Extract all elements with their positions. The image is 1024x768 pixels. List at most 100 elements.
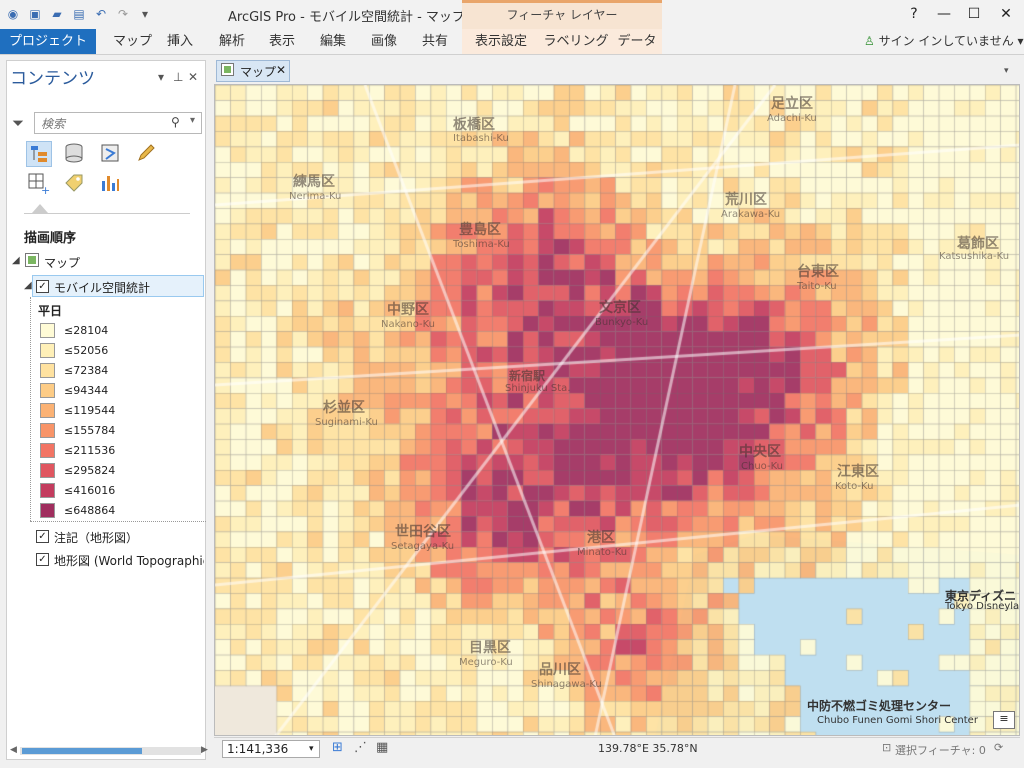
new-project-icon[interactable]: ▣ bbox=[26, 5, 44, 23]
list-by-labeling-icon[interactable] bbox=[62, 171, 88, 197]
map-label: 台東区 bbox=[797, 264, 839, 280]
tree-guide bbox=[30, 297, 32, 521]
quick-access-toolbar: ◉ ▣ ▰ ▤ ↶ ↷ ▾ bbox=[4, 5, 154, 23]
minimize-button[interactable]: — bbox=[932, 3, 956, 25]
map-label-romaji: Setagaya-Ku bbox=[391, 541, 455, 552]
open-folder-icon[interactable]: ▰ bbox=[48, 5, 66, 23]
pane-scrollbar[interactable] bbox=[20, 747, 201, 755]
expand-layer-icon[interactable]: ◢ bbox=[24, 280, 32, 291]
signin-status[interactable]: ♙ サイン インしていません ▾ ☺ bbox=[864, 29, 1024, 54]
active-tool-indicator bbox=[32, 204, 48, 213]
layer-label[interactable]: モバイル空間統計 bbox=[54, 279, 150, 296]
redo-icon[interactable]: ↷ bbox=[114, 5, 132, 23]
map-label-romaji: Arakawa-Ku bbox=[721, 209, 781, 220]
basemap-layer-checkbox[interactable]: ✓ bbox=[36, 553, 49, 566]
scrollbar-thumb[interactable] bbox=[22, 748, 142, 754]
add-layer-icon[interactable]: ⊞ bbox=[332, 740, 343, 755]
layer-visibility-checkbox[interactable]: ✓ bbox=[36, 280, 49, 293]
filter-icon[interactable]: ⏷ bbox=[12, 114, 24, 132]
project-tab[interactable]: プロジェクト bbox=[0, 29, 96, 54]
legend-swatch bbox=[40, 443, 55, 458]
legend-swatch bbox=[40, 463, 55, 478]
tab-map[interactable]: マップ bbox=[113, 29, 152, 54]
search-input[interactable] bbox=[39, 114, 171, 134]
legend-label: ≤94344 bbox=[64, 384, 109, 397]
close-button[interactable]: ✕ bbox=[994, 3, 1018, 25]
map-label: 品川区 bbox=[539, 662, 581, 678]
map-label: 荒川区 bbox=[725, 192, 767, 208]
basemap-layer-label[interactable]: 地形図 (World Topographic M bbox=[54, 552, 204, 569]
map-label-romaji: Toshima-Ku bbox=[453, 239, 510, 250]
list-by-selection-icon[interactable] bbox=[98, 141, 124, 167]
map-view-icon bbox=[221, 63, 234, 76]
chevron-down-icon: ▾ bbox=[1017, 34, 1024, 48]
tab-view[interactable]: 表示 bbox=[269, 29, 295, 54]
list-by-data-source-icon[interactable] bbox=[62, 141, 88, 167]
close-tab-icon[interactable]: ✕ bbox=[276, 63, 286, 77]
map-view[interactable]: 板橋区 Itabashi-Ku 足立区 Adachi-Ku 練馬区 Nerima… bbox=[214, 84, 1020, 736]
maximize-button[interactable]: ☐ bbox=[962, 3, 986, 25]
list-by-editing-icon[interactable] bbox=[134, 141, 160, 167]
selected-features-count: 選択フィーチャ: 0 bbox=[895, 744, 986, 757]
map-label-romaji: Bunkyo-Ku bbox=[595, 317, 649, 328]
scroll-left-icon[interactable]: ◀ bbox=[10, 745, 17, 755]
tab-edit[interactable]: 編集 bbox=[320, 29, 346, 54]
map-label: 中央区 bbox=[739, 444, 781, 460]
annotation-layer-label[interactable]: 注記（地形図） bbox=[54, 529, 138, 546]
legend-label: ≤648864 bbox=[64, 504, 116, 517]
grid-icon[interactable]: ▦ bbox=[376, 740, 388, 755]
legend-field-label: 平日 bbox=[38, 304, 63, 318]
list-by-drawing-order-icon[interactable] bbox=[26, 141, 52, 167]
tab-labeling[interactable]: ラベリング bbox=[540, 29, 612, 54]
scroll-right-icon[interactable]: ▶ bbox=[201, 745, 208, 755]
help-button[interactable]: ? bbox=[902, 3, 926, 25]
list-by-charts-icon[interactable] bbox=[98, 171, 124, 197]
map-item-label[interactable]: マップ bbox=[44, 254, 80, 271]
tab-share[interactable]: 共有 bbox=[422, 29, 448, 54]
map-label-romaji: Minato-Ku bbox=[577, 547, 628, 558]
map-label-romaji: Tokyo Disneyland bbox=[945, 601, 1020, 612]
map-label: 中野区 bbox=[387, 302, 429, 318]
map-label: 足立区 bbox=[771, 96, 813, 112]
map-label: 新宿駅 bbox=[509, 369, 546, 383]
contents-title: コンテンツ bbox=[10, 69, 95, 89]
pane-menu-icon[interactable]: ▾ bbox=[158, 70, 164, 84]
tab-appearance[interactable]: 表示設定 bbox=[462, 29, 540, 54]
refresh-icon[interactable]: ⟳ bbox=[994, 741, 1003, 754]
tab-insert[interactable]: 挿入 bbox=[167, 29, 193, 54]
legend-label: ≤52056 bbox=[64, 344, 109, 357]
legend-label: ≤211536 bbox=[64, 444, 116, 457]
search-icon[interactable]: ⚲ bbox=[171, 115, 180, 129]
list-by-snapping-icon[interactable]: + bbox=[26, 171, 52, 197]
expand-map-icon[interactable]: ◢ bbox=[12, 255, 20, 266]
notifications-icon[interactable]: ≡ bbox=[993, 711, 1015, 729]
map-label-romaji: Nerima-Ku bbox=[289, 191, 342, 202]
undo-icon[interactable]: ↶ bbox=[92, 5, 110, 23]
tab-imagery[interactable]: 画像 bbox=[371, 29, 397, 54]
tab-list-icon[interactable]: ▾ bbox=[1004, 66, 1009, 76]
scale-selector[interactable]: 1:141,336 ▾ bbox=[222, 740, 320, 758]
snapping-icon[interactable]: ⋰ bbox=[354, 740, 367, 755]
save-icon[interactable]: ▤ bbox=[70, 5, 88, 23]
tab-data[interactable]: データ bbox=[612, 29, 662, 54]
map-icon bbox=[25, 253, 39, 267]
legend-swatch bbox=[40, 423, 55, 438]
chevron-down-icon: ▾ bbox=[309, 744, 314, 754]
tree-guide-bottom bbox=[30, 521, 206, 523]
map-label-romaji: Katsushika-Ku bbox=[939, 251, 1010, 262]
signin-label: サイン インしていません bbox=[878, 34, 1014, 48]
tab-analysis[interactable]: 解析 bbox=[219, 29, 245, 54]
pin-icon[interactable]: ⊥ bbox=[173, 70, 183, 84]
search-options-icon[interactable]: ▾ bbox=[190, 115, 195, 126]
legend-label: ≤155784 bbox=[64, 424, 116, 437]
annotation-layer-checkbox[interactable]: ✓ bbox=[36, 530, 49, 543]
legend-swatch bbox=[40, 503, 55, 518]
map-label: 葛飾区 bbox=[957, 236, 999, 252]
legend-label: ≤28104 bbox=[64, 324, 109, 337]
legend-label: ≤416016 bbox=[64, 484, 116, 497]
arcgis-logo-icon: ◉ bbox=[7, 7, 19, 21]
pane-close-icon[interactable]: ✕ bbox=[188, 70, 198, 84]
map-label: 練馬区 bbox=[293, 174, 335, 190]
map-label-romaji: Itabashi-Ku bbox=[453, 133, 509, 144]
customize-icon[interactable]: ▾ bbox=[136, 5, 154, 23]
